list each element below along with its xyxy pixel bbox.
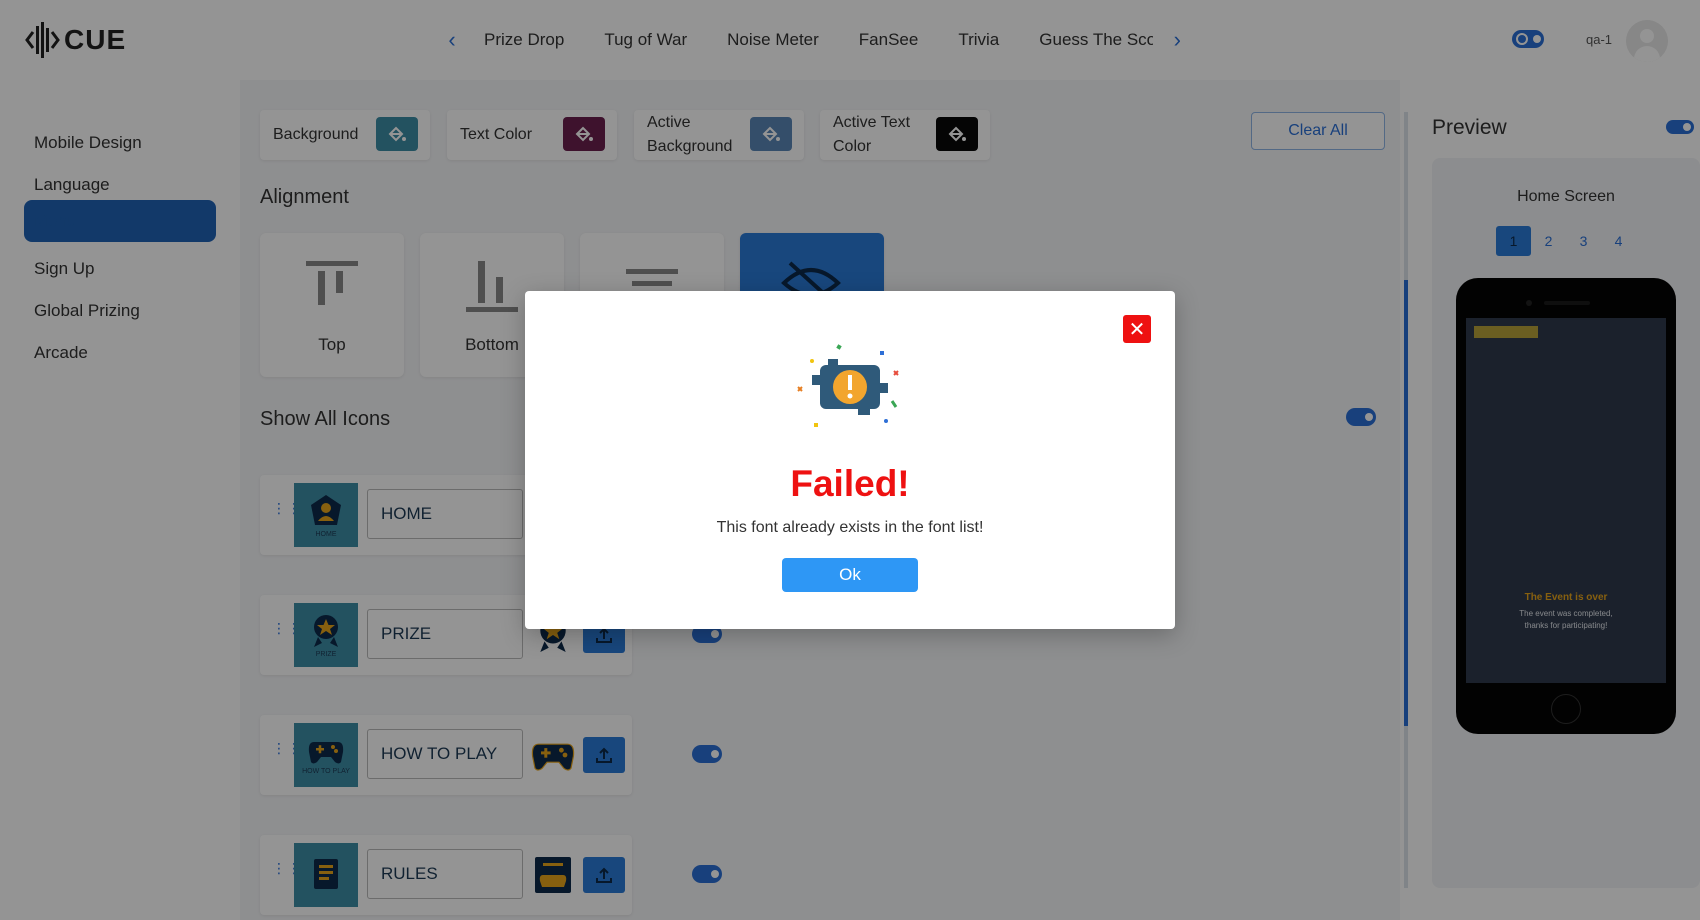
modal-message: This font already exists in the font lis… xyxy=(716,519,984,536)
modal-title: Failed! xyxy=(790,463,910,504)
error-modal: ✕ Failed! This font already exists in th… xyxy=(525,291,1175,629)
ok-button[interactable]: Ok xyxy=(782,558,918,592)
error-illustration-icon xyxy=(797,344,899,427)
close-icon[interactable]: ✕ xyxy=(1123,315,1151,343)
